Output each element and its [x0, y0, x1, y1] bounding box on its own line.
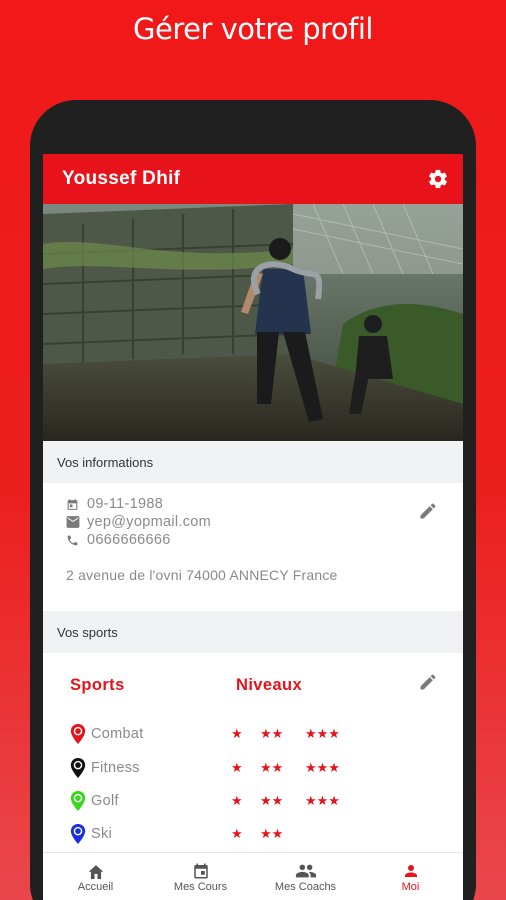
- app-header: Youssef Dhif: [43, 154, 463, 204]
- edit-info-pencil-icon[interactable]: [417, 500, 439, 522]
- calendar-icon: [66, 498, 82, 511]
- sport-row-fitness[interactable]: Fitness ★ ★★ ★★★: [69, 758, 340, 778]
- sports-columns: Sports Niveaux: [43, 675, 463, 695]
- phone-value: 0666666666: [87, 532, 171, 548]
- address-value: 2 avenue de l'ovni 74000 ANNECY France: [66, 567, 338, 583]
- nav-label: Mes Coachs: [274, 881, 337, 893]
- info-card: 09-11-1988 yep@yopmail.com 0666666666 2 …: [43, 483, 463, 611]
- app-screen: Youssef Dhif Vos informations 09-11-1988…: [43, 154, 463, 900]
- sports-section-header: Vos sports: [43, 611, 463, 653]
- nav-label: Moi: [401, 881, 420, 893]
- sport-row-ski[interactable]: Ski ★ ★★: [69, 824, 283, 844]
- sport-row-golf[interactable]: Golf ★ ★★ ★★★: [69, 791, 340, 811]
- nav-moi[interactable]: Moi: [358, 853, 463, 900]
- phone-icon: [66, 534, 82, 547]
- info-section-header: Vos informations: [43, 441, 463, 483]
- gear-icon[interactable]: [427, 168, 449, 190]
- home-icon: [87, 861, 105, 881]
- nav-mes-coachs[interactable]: Mes Coachs: [253, 853, 358, 900]
- email-value: yep@yopmail.com: [87, 514, 211, 530]
- map-pin-icon: [70, 758, 86, 778]
- level-stars: ★ ★★ ★★★: [231, 760, 340, 775]
- sport-name: Golf: [91, 793, 119, 809]
- levels-column-title: Niveaux: [236, 675, 303, 694]
- people-icon: [295, 861, 317, 881]
- nav-label: Accueil: [77, 881, 114, 893]
- map-pin-icon: [70, 824, 86, 844]
- nav-label: Mes Cours: [173, 881, 228, 893]
- map-pin-icon: [70, 791, 86, 811]
- mail-icon: [66, 516, 82, 528]
- phone-row: 0666666666: [66, 531, 463, 549]
- map-pin-icon: [70, 724, 86, 744]
- sport-name: Fitness: [91, 760, 140, 776]
- person-icon: [402, 861, 420, 881]
- sport-row-combat[interactable]: Combat ★ ★★ ★★★: [69, 724, 340, 744]
- level-stars: ★ ★★ ★★★: [231, 726, 340, 741]
- bottom-navigation: Accueil Mes Cours Mes Coachs Moi: [43, 852, 463, 900]
- birthdate-value: 09-11-1988: [87, 496, 164, 512]
- sport-name: Combat: [91, 726, 144, 742]
- calendar-icon: [192, 861, 210, 881]
- nav-accueil[interactable]: Accueil: [43, 853, 148, 900]
- edit-sports-pencil-icon[interactable]: [417, 671, 439, 693]
- user-name: Youssef Dhif: [62, 168, 181, 189]
- level-stars: ★ ★★ ★★★: [231, 793, 340, 808]
- sport-name: Ski: [91, 826, 113, 842]
- nav-mes-cours[interactable]: Mes Cours: [148, 853, 253, 900]
- promo-title: Gérer votre profil: [133, 12, 373, 46]
- email-row: yep@yopmail.com: [66, 513, 463, 531]
- level-stars: ★ ★★: [231, 826, 284, 841]
- sports-column-title: Sports: [70, 675, 125, 694]
- profile-cover-photo: [43, 204, 463, 441]
- birthdate-row: 09-11-1988: [66, 495, 463, 513]
- sports-card: Sports Niveaux Combat ★ ★★ ★★★ Fitness ★ ★★…: [43, 653, 463, 853]
